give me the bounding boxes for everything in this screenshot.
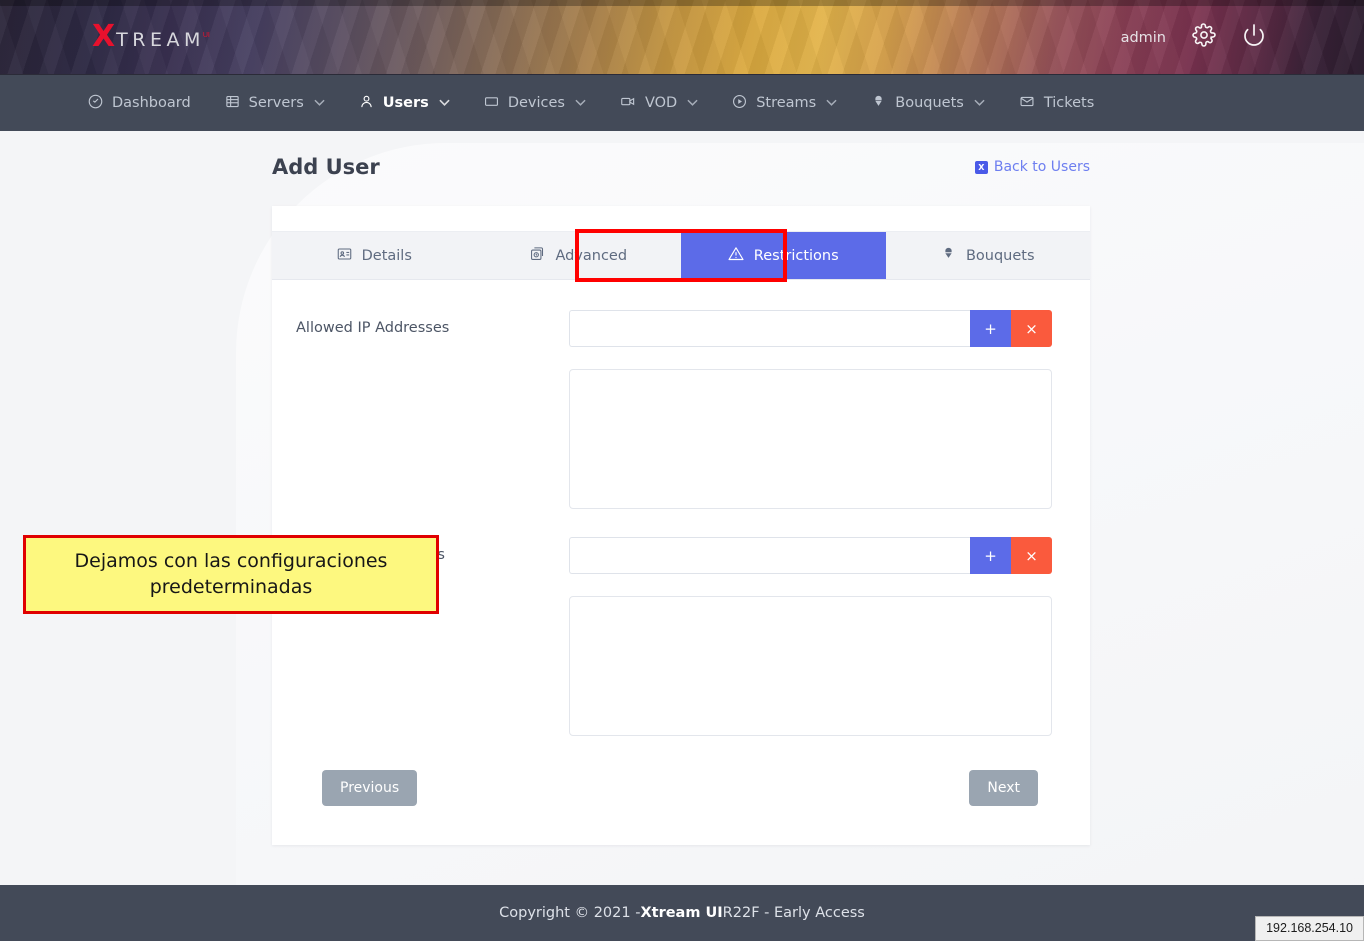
annotation-text: Dejamos con las configuraciones predeter… [74, 550, 388, 598]
bouquet-icon [941, 246, 956, 265]
nav-item-tickets[interactable]: Tickets [1019, 94, 1094, 113]
footer-brand: Xtream UI [640, 905, 723, 921]
tab-details[interactable]: Details [272, 232, 477, 279]
page-footer: Copyright © 2021 - Xtream UI R22F - Earl… [0, 885, 1364, 941]
top-banner: X TREAM UI admin [0, 0, 1364, 75]
allowed-ip-list[interactable] [568, 369, 1052, 509]
tab-restrictions[interactable]: Restrictions [681, 232, 886, 279]
warning-triangle-icon [728, 246, 744, 265]
nav-item-streams[interactable]: Streams [732, 94, 837, 113]
tab-advanced[interactable]: Advanced [477, 232, 682, 279]
chevron-down-icon [974, 98, 985, 109]
annotation-callout: Dejamos con las configuraciones predeter… [23, 535, 439, 614]
chevron-down-icon [439, 98, 450, 109]
tab-bouquets[interactable]: Bouquets [886, 232, 1091, 279]
footer-suffix: R22F - Early Access [722, 905, 865, 921]
chevron-down-icon [687, 98, 698, 109]
nav-label: VOD [644, 95, 678, 111]
nav-item-servers[interactable]: Servers [225, 94, 325, 113]
tab-label: Bouquets [965, 247, 1035, 264]
allowed-ip-remove-button[interactable]: × [1011, 310, 1052, 347]
nav-label: Devices [507, 95, 565, 111]
clock-copy-icon [530, 246, 545, 265]
chevron-down-icon [314, 98, 325, 109]
allowed-user-agents-add-button[interactable]: + [970, 537, 1011, 574]
dashboard-icon [88, 94, 103, 113]
nav-item-users[interactable]: Users [359, 94, 450, 113]
tab-label: Advanced [555, 247, 628, 264]
device-icon [484, 94, 499, 113]
allowed-user-agents-input[interactable] [569, 537, 970, 574]
next-button[interactable]: Next [969, 770, 1038, 806]
add-user-card: Details Advanced Restrictions Bouquets A… [272, 206, 1090, 845]
wizard-tabs: Details Advanced Restrictions Bouquets [272, 229, 1091, 282]
wizard-navigation-buttons: Previous Next [296, 764, 1052, 806]
allowed-ip-label: Allowed IP Addresses [296, 320, 450, 336]
logo-x-mark: X [92, 19, 115, 54]
allowed-ip-input[interactable] [569, 310, 970, 347]
tab-label: Details [361, 247, 412, 264]
status-bar-address: 192.168.254.10 [1255, 916, 1364, 941]
logo-superscript: UI [202, 32, 210, 39]
back-badge-icon: X [974, 160, 988, 174]
mail-icon [1019, 94, 1035, 113]
footer-prefix: Copyright © 2021 - [499, 905, 641, 921]
allowed-user-agents-list[interactable] [568, 596, 1052, 736]
nav-label: Tickets [1043, 95, 1095, 111]
id-card-icon [337, 247, 352, 265]
back-link-label: Back to Users [993, 159, 1090, 175]
allowed-ip-input-group: + × [569, 310, 1052, 347]
play-circle-icon [732, 94, 747, 113]
nav-label: Users [382, 95, 429, 111]
previous-button[interactable]: Previous [322, 770, 418, 806]
nav-item-dashboard[interactable]: Dashboard [88, 94, 191, 113]
nav-label: Dashboard [112, 95, 191, 111]
page-title: Add User [272, 155, 380, 179]
nav-item-vod[interactable]: VOD [620, 94, 698, 113]
allowed-user-agents-remove-button[interactable]: × [1011, 537, 1052, 574]
top-right-controls: admin [1121, 0, 1266, 75]
main-navigation: Dashboard Servers Users Devices VOD Stre… [0, 75, 1364, 140]
nav-item-bouquets[interactable]: Bouquets [871, 94, 985, 113]
bouquet-icon [871, 94, 886, 113]
current-username: admin [1120, 29, 1166, 46]
allowed-ip-list-row [296, 369, 1052, 509]
nav-item-devices[interactable]: Devices [484, 94, 586, 113]
nav-label: Servers [248, 95, 304, 111]
nav-label: Streams [756, 95, 817, 111]
gear-icon[interactable] [1192, 23, 1216, 52]
page-body: Add User X Back to Users Details Advance… [0, 131, 1364, 885]
allowed-user-agents-list-row [296, 596, 1052, 736]
video-icon [620, 94, 636, 113]
card-top-strip [272, 206, 1090, 231]
power-icon[interactable] [1242, 23, 1266, 52]
allowed-ip-row: Allowed IP Addresses + × [296, 310, 1052, 347]
user-icon [359, 94, 374, 113]
allowed-user-agents-input-group: + × [569, 537, 1052, 574]
back-to-users-link[interactable]: X Back to Users [974, 159, 1090, 175]
allowed-ip-add-button[interactable]: + [970, 310, 1011, 347]
servers-icon [225, 94, 240, 113]
nav-label: Bouquets [895, 95, 964, 111]
page-header-row: Add User X Back to Users [272, 155, 1090, 179]
chevron-down-icon [575, 98, 586, 109]
app-logo[interactable]: X TREAM UI [92, 22, 212, 52]
logo-wordmark: TREAM [116, 29, 205, 51]
chevron-down-icon [826, 98, 837, 109]
tab-label: Restrictions [753, 247, 839, 264]
